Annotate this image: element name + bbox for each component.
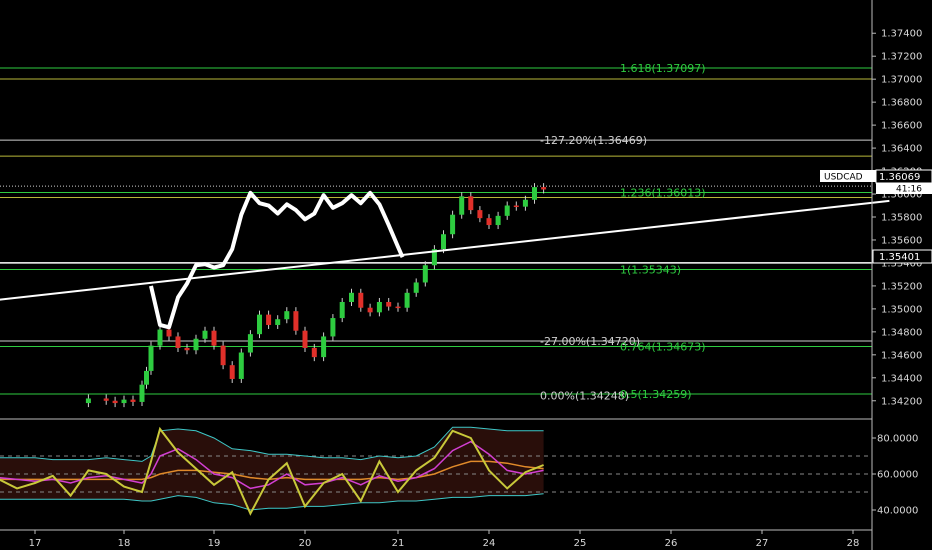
candle-body xyxy=(184,347,190,351)
candle-body xyxy=(238,352,244,379)
candle-body xyxy=(339,301,345,319)
price-tick-label: 1.35600 xyxy=(881,235,922,246)
candle-body xyxy=(302,330,308,348)
candle-body xyxy=(148,345,154,371)
time-tick-label: 17 xyxy=(29,538,42,549)
crosshair-price: 1.35401 xyxy=(879,252,920,263)
crosshair-price-label: 1.35401 xyxy=(872,249,932,264)
candle-body xyxy=(513,205,519,208)
candle-body xyxy=(266,314,272,325)
candle-body xyxy=(541,187,547,190)
time-tick-label: 27 xyxy=(756,538,769,549)
candle-body xyxy=(477,210,483,219)
candle-body xyxy=(257,314,262,335)
candle-body xyxy=(349,292,354,302)
candle-body xyxy=(468,196,474,211)
price-tick-label: 1.34400 xyxy=(881,373,922,384)
candle-body xyxy=(321,336,327,358)
candle-body xyxy=(220,345,226,366)
candle-body xyxy=(247,334,253,353)
price-tick-label: 1.35000 xyxy=(881,304,922,315)
candle-body xyxy=(144,370,149,385)
candle-body xyxy=(522,199,528,207)
price-tick-label: 1.34800 xyxy=(881,327,922,338)
price-tick-label: 1.37400 xyxy=(881,29,922,40)
time-tick-label: 21 xyxy=(392,538,405,549)
candle-body xyxy=(166,329,172,337)
candle-body xyxy=(450,214,456,235)
price-tick-label: 1.36800 xyxy=(881,98,922,109)
time-tick-label: 25 xyxy=(574,538,587,549)
fib-label-05: 0.5(1.34259) xyxy=(620,388,692,401)
fib-label-0pct: 0.00%(1.34248) xyxy=(540,389,629,402)
price-tick-label: 1.35200 xyxy=(881,281,922,292)
candle-body xyxy=(211,330,217,346)
candle-body xyxy=(395,306,401,309)
candle-body xyxy=(376,301,382,313)
candle-body xyxy=(130,399,136,402)
candle-body xyxy=(311,347,317,358)
candle-body xyxy=(495,215,501,226)
chart-canvas: 1.618(1.37097) -127.20%(1.36469) 1.236(1… xyxy=(0,0,932,550)
fib-label-1618: 1.618(1.37097) xyxy=(620,62,706,75)
fib-label-127: -127.20%(1.36469) xyxy=(540,134,647,147)
candle-body xyxy=(504,205,510,216)
fib-label-1236: 1.236(1.36013) xyxy=(620,187,706,200)
candle-body xyxy=(293,311,299,331)
time-tick-label: 24 xyxy=(483,538,496,549)
candle-body xyxy=(422,265,428,283)
bar-countdown: 41:16 xyxy=(896,185,922,195)
price-tick-label: 1.37000 xyxy=(881,75,922,86)
price-tick-label: 1.36400 xyxy=(881,144,922,155)
symbol-name: USDCAD xyxy=(824,173,863,183)
time-tick-label: 26 xyxy=(665,538,678,549)
candle-body xyxy=(284,311,290,320)
candle-body xyxy=(85,398,91,404)
fib-label-1: 1(1.35343) xyxy=(620,263,681,276)
candle-body xyxy=(486,218,492,226)
osc-tick-label: 60.0000 xyxy=(877,470,918,481)
candle-body xyxy=(121,399,127,404)
candle-body xyxy=(193,338,199,351)
candle-body xyxy=(404,292,410,308)
candle-body xyxy=(367,307,373,313)
osc-tick-label: 40.0000 xyxy=(877,506,918,517)
price-tick-label: 1.36600 xyxy=(881,121,922,132)
candle-body xyxy=(532,187,537,200)
time-tick-label: 20 xyxy=(299,538,312,549)
candle-body xyxy=(358,292,364,308)
candle-body xyxy=(112,400,118,404)
last-price: 1.36069 xyxy=(879,172,920,183)
fib-label-0764: 0.764(1.34673) xyxy=(620,340,706,353)
candle-body xyxy=(139,384,145,402)
price-tick-label: 1.35800 xyxy=(881,213,922,224)
candle-body xyxy=(157,329,163,346)
candle-body xyxy=(275,319,281,325)
candle-body xyxy=(103,398,109,401)
candle-body xyxy=(459,196,465,215)
candle-body xyxy=(386,301,392,307)
candle-body xyxy=(202,330,208,339)
price-tick-label: 1.34600 xyxy=(881,350,922,361)
candle-body xyxy=(413,282,419,293)
candle-body xyxy=(175,336,181,348)
candle-body xyxy=(229,365,235,379)
candle-body xyxy=(441,234,446,250)
osc-tick-label: 80.0000 xyxy=(877,434,918,445)
price-tick-label: 1.37200 xyxy=(881,52,922,63)
time-tick-label: 19 xyxy=(208,538,221,549)
time-tick-label: 28 xyxy=(847,538,860,549)
time-tick-label: 18 xyxy=(118,538,131,549)
price-tick-label: 1.34200 xyxy=(881,396,922,407)
candle-body xyxy=(330,318,336,337)
